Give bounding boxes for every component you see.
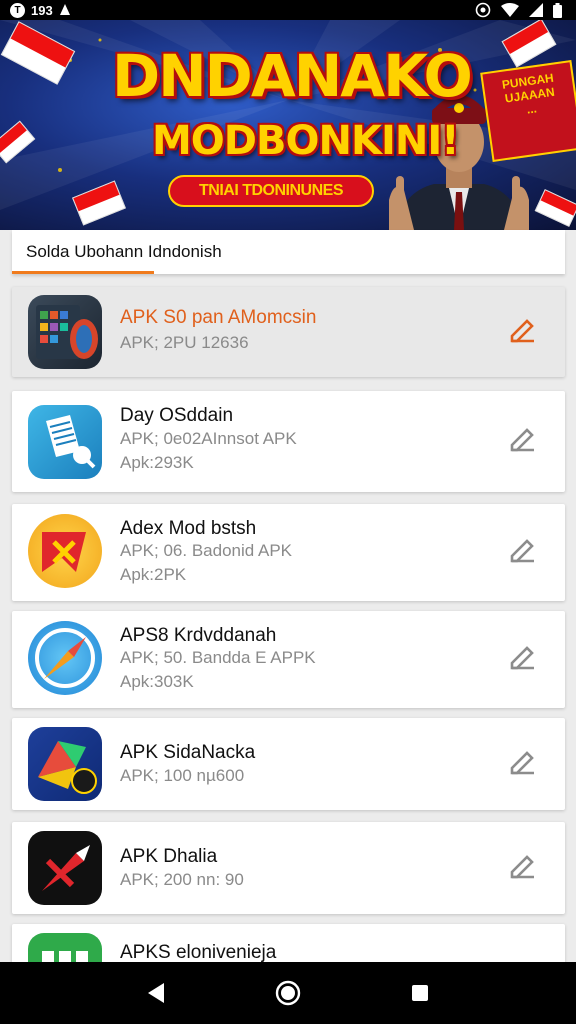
target-icon (475, 2, 491, 18)
home-icon (275, 980, 301, 1006)
promo-banner[interactable]: DNDANAKO MODBONKINI! TNIAI TDONINUNES PU… (0, 20, 576, 230)
edit-button[interactable] (507, 314, 539, 346)
section-underline (12, 271, 154, 274)
recents-icon (412, 985, 428, 1001)
edit-icon (510, 539, 534, 563)
banner-subtitle: MODBONKINI! (152, 118, 459, 164)
edit-icon (510, 428, 534, 452)
app-meta: Apk:303K (120, 672, 194, 691)
app-meta: APK; 100 nµ600 (120, 766, 245, 785)
notification-icon (59, 3, 70, 15)
navigation-bar (0, 962, 576, 1024)
arrow-app-icon (28, 831, 102, 905)
edit-button[interactable] (507, 850, 539, 882)
app-name: APK S0 pan AMomcsin (120, 307, 317, 328)
section-title: Solda Ubohann Idndonish (26, 242, 222, 261)
app-meta: Apk:2PK (120, 565, 187, 584)
home-button[interactable] (268, 973, 308, 1013)
app-name: APK Dhalia (120, 846, 218, 867)
edit-button[interactable] (507, 746, 539, 778)
app-name: Day OSddain (120, 405, 234, 426)
edit-button[interactable] (507, 534, 539, 566)
back-icon (148, 983, 164, 1003)
section-header: Solda Ubohann Idndonish (12, 230, 565, 274)
app-list-item[interactable]: Day OSddain APK; 0e02AInnsot APK Apk:293… (12, 391, 565, 492)
compass-app-icon (28, 621, 102, 695)
app-list-item[interactable]: Adex Mod bstsh APK; 06. Badonid APK Apk:… (12, 504, 565, 601)
edit-icon (510, 646, 534, 670)
signal-icon (529, 3, 543, 17)
app-name: Adex Mod bstsh (120, 518, 257, 539)
app-meta: APK; 06. Badonid APK (120, 541, 293, 560)
app-meta: APK; 200 nn: 90 (120, 870, 244, 889)
edit-icon (510, 855, 534, 879)
app-list-item[interactable]: APK S0 pan AMomcsin APK; 2PU 12636 (12, 287, 565, 377)
edit-icon (510, 751, 534, 775)
app-meta: Apk:293K (120, 453, 194, 472)
edit-button[interactable] (507, 641, 539, 673)
app-name: APKS elonivenieja (120, 942, 277, 963)
banner-title: DNDANAKO (112, 42, 473, 110)
edit-button[interactable] (507, 423, 539, 455)
app-list-item[interactable]: APK SidaNacka APK; 100 nµ600 (12, 718, 565, 810)
flag-app-icon (28, 514, 102, 588)
map-app-icon (28, 727, 102, 801)
app-meta: APK; 50. Bandda E APPK (120, 648, 316, 667)
battery-icon (553, 2, 562, 18)
app-meta: APK; 0e02AInnsot APK (120, 429, 297, 448)
wifi-icon (501, 3, 519, 17)
status-bar: T 193 (0, 0, 576, 20)
app-list-item[interactable]: APK Dhalia APK; 200 nn: 90 (12, 822, 565, 914)
app-name: APK SidaNacka (120, 742, 256, 763)
status-badge: T (10, 2, 25, 18)
edit-icon (510, 319, 534, 343)
recents-button[interactable] (400, 973, 440, 1013)
status-time: 193 (31, 2, 53, 18)
back-button[interactable] (136, 973, 176, 1013)
banner-sign: PUNGAH UJAAAN ... (480, 60, 576, 162)
app-name: APS8 Krdvddanah (120, 625, 277, 646)
app-list-item[interactable]: APS8 Krdvddanah APK; 50. Bandda E APPK A… (12, 611, 565, 708)
app-meta: APK; 2PU 12636 (120, 333, 249, 352)
document-app-icon (28, 405, 102, 479)
banner-cta-pill[interactable]: TNIAI TDONINUNES (168, 175, 374, 207)
tablet-app-icon (28, 295, 102, 369)
